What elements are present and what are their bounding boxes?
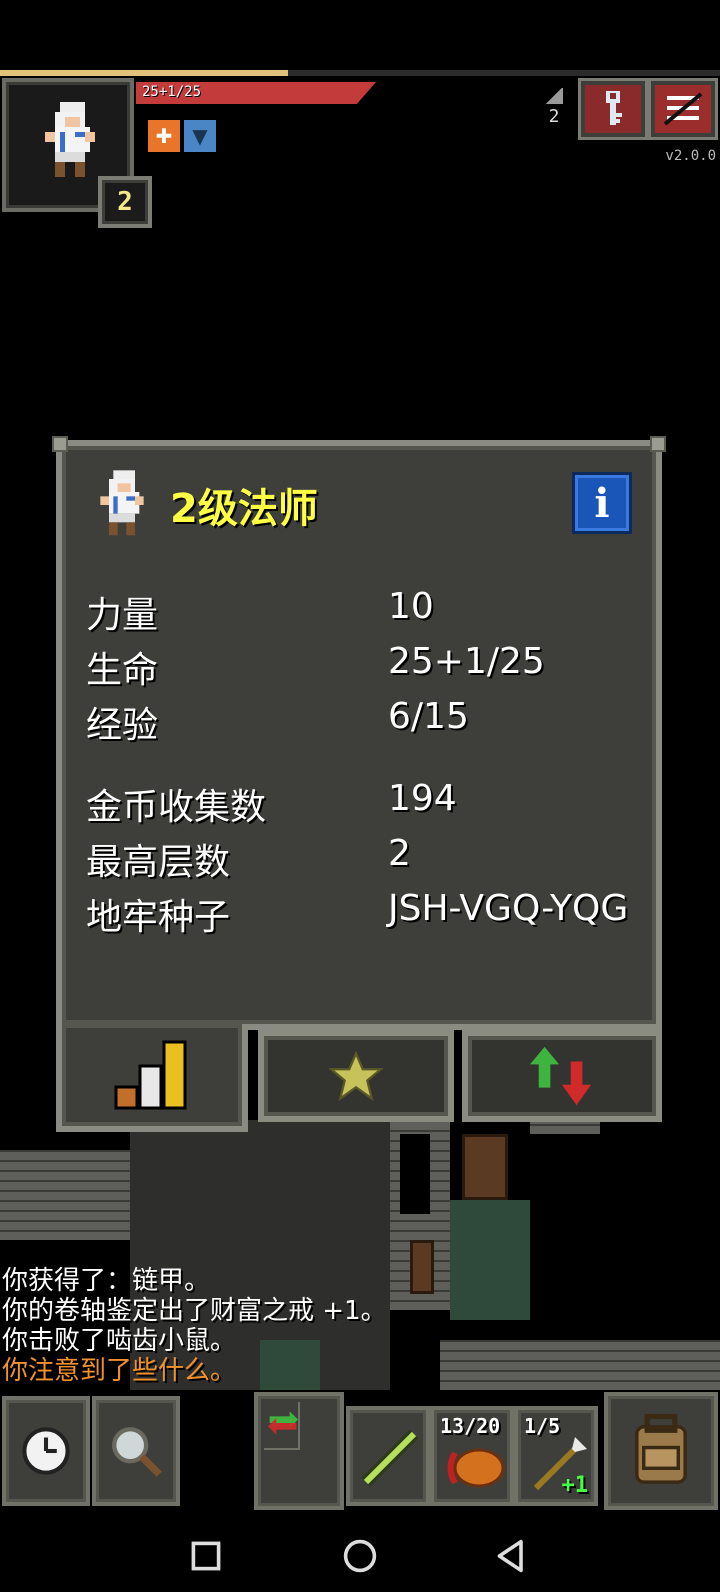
wall-left — [0, 1150, 130, 1240]
hero-level-badge: 2 — [98, 176, 152, 228]
stat-value: 2 — [388, 833, 411, 874]
stat-value: JSH-VGQ-YQG — [388, 888, 629, 929]
stat-row-seed: 地牢种子 JSH-VGQ-YQG — [86, 888, 646, 938]
game-log: 你获得了：链甲。 你的卷轴鉴定出了财富之戒 +1。 你击败了啮齿小鼠。 你注意到… — [2, 1266, 387, 1386]
up-down-arrows-icon — [530, 1046, 592, 1106]
mage-hero-icon — [100, 470, 144, 536]
corridor — [400, 1134, 430, 1214]
search-button[interactable] — [92, 1396, 180, 1506]
quickslot-1[interactable] — [346, 1406, 430, 1506]
wall-bottom-right — [440, 1340, 720, 1390]
depth-value: 2 — [548, 106, 560, 127]
log-line-notice: 你注意到了些什么。 — [2, 1356, 237, 1386]
quickslot-bonus: +1 — [561, 1473, 589, 1498]
stat-row-strength: 力量 10 — [86, 586, 646, 636]
hero-title: 2级法师 — [170, 486, 318, 532]
stat-row-max-depth: 最高层数 2 — [86, 833, 646, 883]
log-line: 你击败了啮齿小鼠。 — [2, 1326, 237, 1356]
stat-label: 地牢种子 — [86, 897, 231, 938]
experience-bar — [0, 70, 720, 76]
stat-row-experience: 经验 6/15 — [86, 696, 646, 746]
recent-apps-icon[interactable] — [188, 1538, 224, 1574]
key-icon — [585, 85, 641, 133]
quickslot-label: 1/5 — [524, 1414, 561, 1438]
water-tiles — [450, 1200, 530, 1320]
quickslot-3[interactable]: 1/5 +1 — [514, 1406, 598, 1506]
stat-label: 金币收集数 — [86, 787, 267, 828]
journal-button[interactable] — [578, 78, 648, 140]
armor-icon[interactable]: ▼ — [184, 120, 216, 152]
quickslot-label: 13/20 — [440, 1414, 501, 1438]
depth-indicator: 2 — [540, 88, 568, 127]
back-icon[interactable] — [494, 1538, 530, 1574]
version-label: v2.0.0 — [665, 148, 716, 164]
door-side[interactable] — [410, 1240, 434, 1294]
stat-label: 最高层数 — [86, 842, 231, 883]
menu-button[interactable] — [648, 78, 718, 140]
stat-value: 194 — [388, 778, 457, 819]
health-bar: 25+1/25 — [136, 82, 376, 104]
inventory-button[interactable] — [604, 1392, 718, 1510]
backpack-icon — [635, 1413, 687, 1484]
stat-value: 10 — [388, 586, 434, 627]
stat-label: 力量 — [86, 595, 159, 636]
log-line: 你获得了：链甲。 — [2, 1266, 211, 1296]
window-corner — [650, 436, 666, 452]
stat-row-health: 生命 25+1/25 — [86, 641, 646, 691]
quickslot-2[interactable]: 13/20 — [430, 1406, 514, 1506]
info-button[interactable]: i — [572, 472, 632, 534]
ration-icon — [447, 1448, 505, 1488]
tab-challenges[interactable] — [462, 1030, 662, 1122]
tab-badges[interactable] — [258, 1030, 454, 1122]
system-nav-bar — [0, 1514, 720, 1592]
window-corner — [52, 436, 68, 452]
experience-bar-fill — [0, 70, 288, 76]
menu-icon — [655, 85, 711, 133]
stats-bars-icon — [114, 1040, 187, 1110]
wait-button[interactable] — [2, 1396, 90, 1506]
stat-value: 25+1/25 — [388, 641, 545, 682]
wand-icon — [361, 1429, 419, 1487]
stairs-icon — [545, 88, 563, 104]
bottom-toolbar: 13/20 1/5 +1 — [0, 1392, 720, 1514]
wall-top-right — [530, 1120, 600, 1134]
door-upper[interactable] — [462, 1134, 508, 1200]
hero-info-window: 2级法师 i 力量 10 生命 25+1/25 经验 6/15 金币收集数 19… — [52, 436, 666, 1030]
tab-stats[interactable] — [56, 1024, 248, 1132]
swap-icon — [268, 1411, 298, 1435]
stat-label: 经验 — [86, 705, 159, 746]
stat-label: 生命 — [86, 650, 159, 691]
quickslot-swap-button[interactable] — [254, 1392, 344, 1510]
home-icon[interactable] — [342, 1538, 378, 1574]
stat-row-gold: 金币收集数 194 — [86, 778, 646, 828]
info-icon: i — [594, 479, 610, 527]
health-bar-text: 25+1/25 — [142, 84, 202, 100]
magnifier-icon — [112, 1427, 162, 1477]
shield-cross-icon[interactable]: ✚ — [148, 120, 180, 152]
star-icon — [329, 1051, 383, 1101]
stat-value: 6/15 — [388, 696, 469, 737]
mage-portrait-icon — [45, 102, 95, 177]
log-line: 你的卷轴鉴定出了财富之戒 +1。 — [2, 1296, 387, 1326]
clock-icon — [22, 1427, 70, 1475]
